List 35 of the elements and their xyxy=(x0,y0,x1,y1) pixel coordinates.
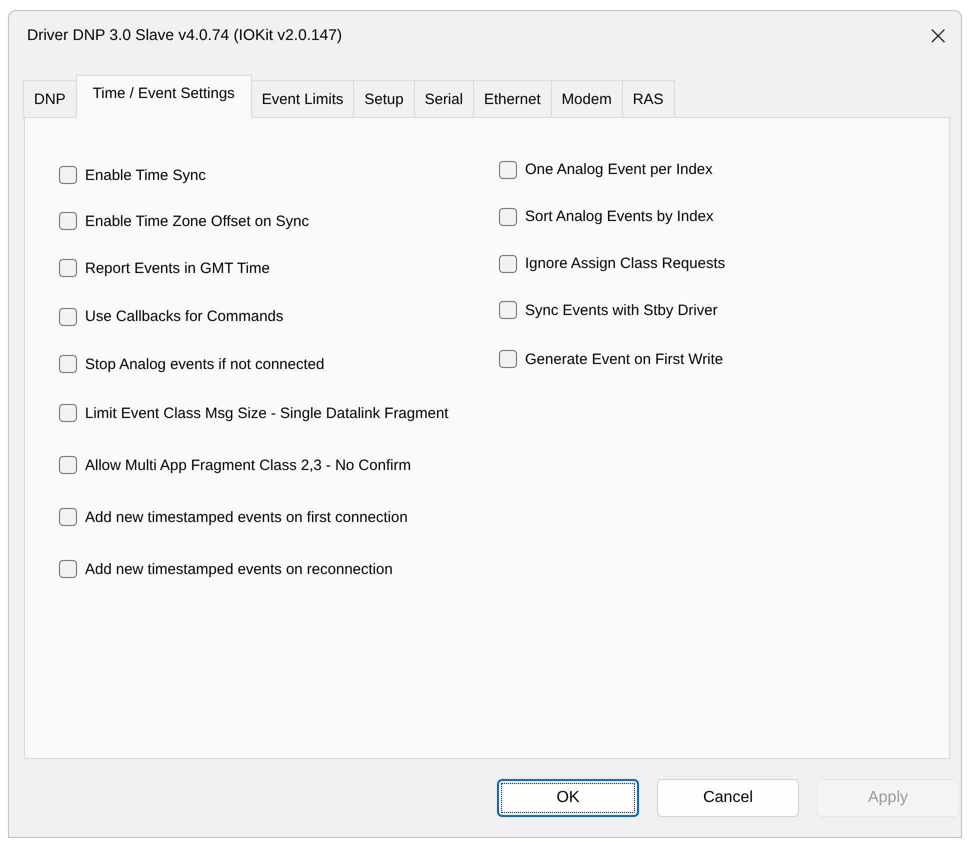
checkbox[interactable] xyxy=(59,212,77,230)
checkbox[interactable] xyxy=(59,560,77,578)
tab[interactable]: RAS xyxy=(622,80,675,118)
option-label: Generate Event on First Write xyxy=(525,350,724,368)
option-label: Limit Event Class Msg Size - Single Datalink Fragment xyxy=(85,404,448,422)
option-label: Add new timestamped events on first connection xyxy=(85,508,408,526)
option-label: Report Events in GMT Time xyxy=(85,260,270,276)
option-label: Allow Multi App Fragment Class 2,3 - No Confirm xyxy=(85,456,411,474)
checkbox[interactable] xyxy=(499,350,517,368)
dialog-button[interactable]: Cancel xyxy=(657,779,799,817)
option-label: Sync Events with Stby Driver xyxy=(525,302,718,318)
window-title: Driver DNP 3.0 Slave v4.0.74 (IOKit v2.0.147) xyxy=(27,27,342,45)
checkbox[interactable] xyxy=(499,208,517,226)
checkbox[interactable] xyxy=(59,355,77,373)
option-label: One Analog Event per Index xyxy=(525,161,713,178)
tab[interactable]: Time / Event Settings xyxy=(76,75,252,118)
checkbox[interactable] xyxy=(499,254,517,272)
checkbox[interactable] xyxy=(499,301,517,319)
checkbox[interactable] xyxy=(499,160,517,178)
checkbox[interactable] xyxy=(59,508,77,526)
option-label: Sort Analog Events by Index xyxy=(525,208,714,225)
checkbox[interactable] xyxy=(59,166,77,184)
option-label: Ignore Assign Class Requests xyxy=(525,255,726,272)
close-button[interactable]: × xyxy=(923,21,953,51)
tab[interactable]: DNP xyxy=(23,80,77,118)
checkbox[interactable] xyxy=(59,456,77,474)
checkbox[interactable] xyxy=(59,404,77,422)
checkbox[interactable] xyxy=(59,259,77,277)
option-label: Enable Time Sync xyxy=(85,166,206,184)
dialog-button[interactable]: OK xyxy=(497,779,639,817)
option-label: Stop Analog events if not connected xyxy=(85,356,324,372)
option-label: Enable Time Zone Offset on Sync xyxy=(85,212,310,230)
option-label: Use Callbacks for Commands xyxy=(85,308,284,325)
checkbox[interactable] xyxy=(59,308,77,326)
option-label: Add new timestamped events on reconnection xyxy=(85,560,393,578)
